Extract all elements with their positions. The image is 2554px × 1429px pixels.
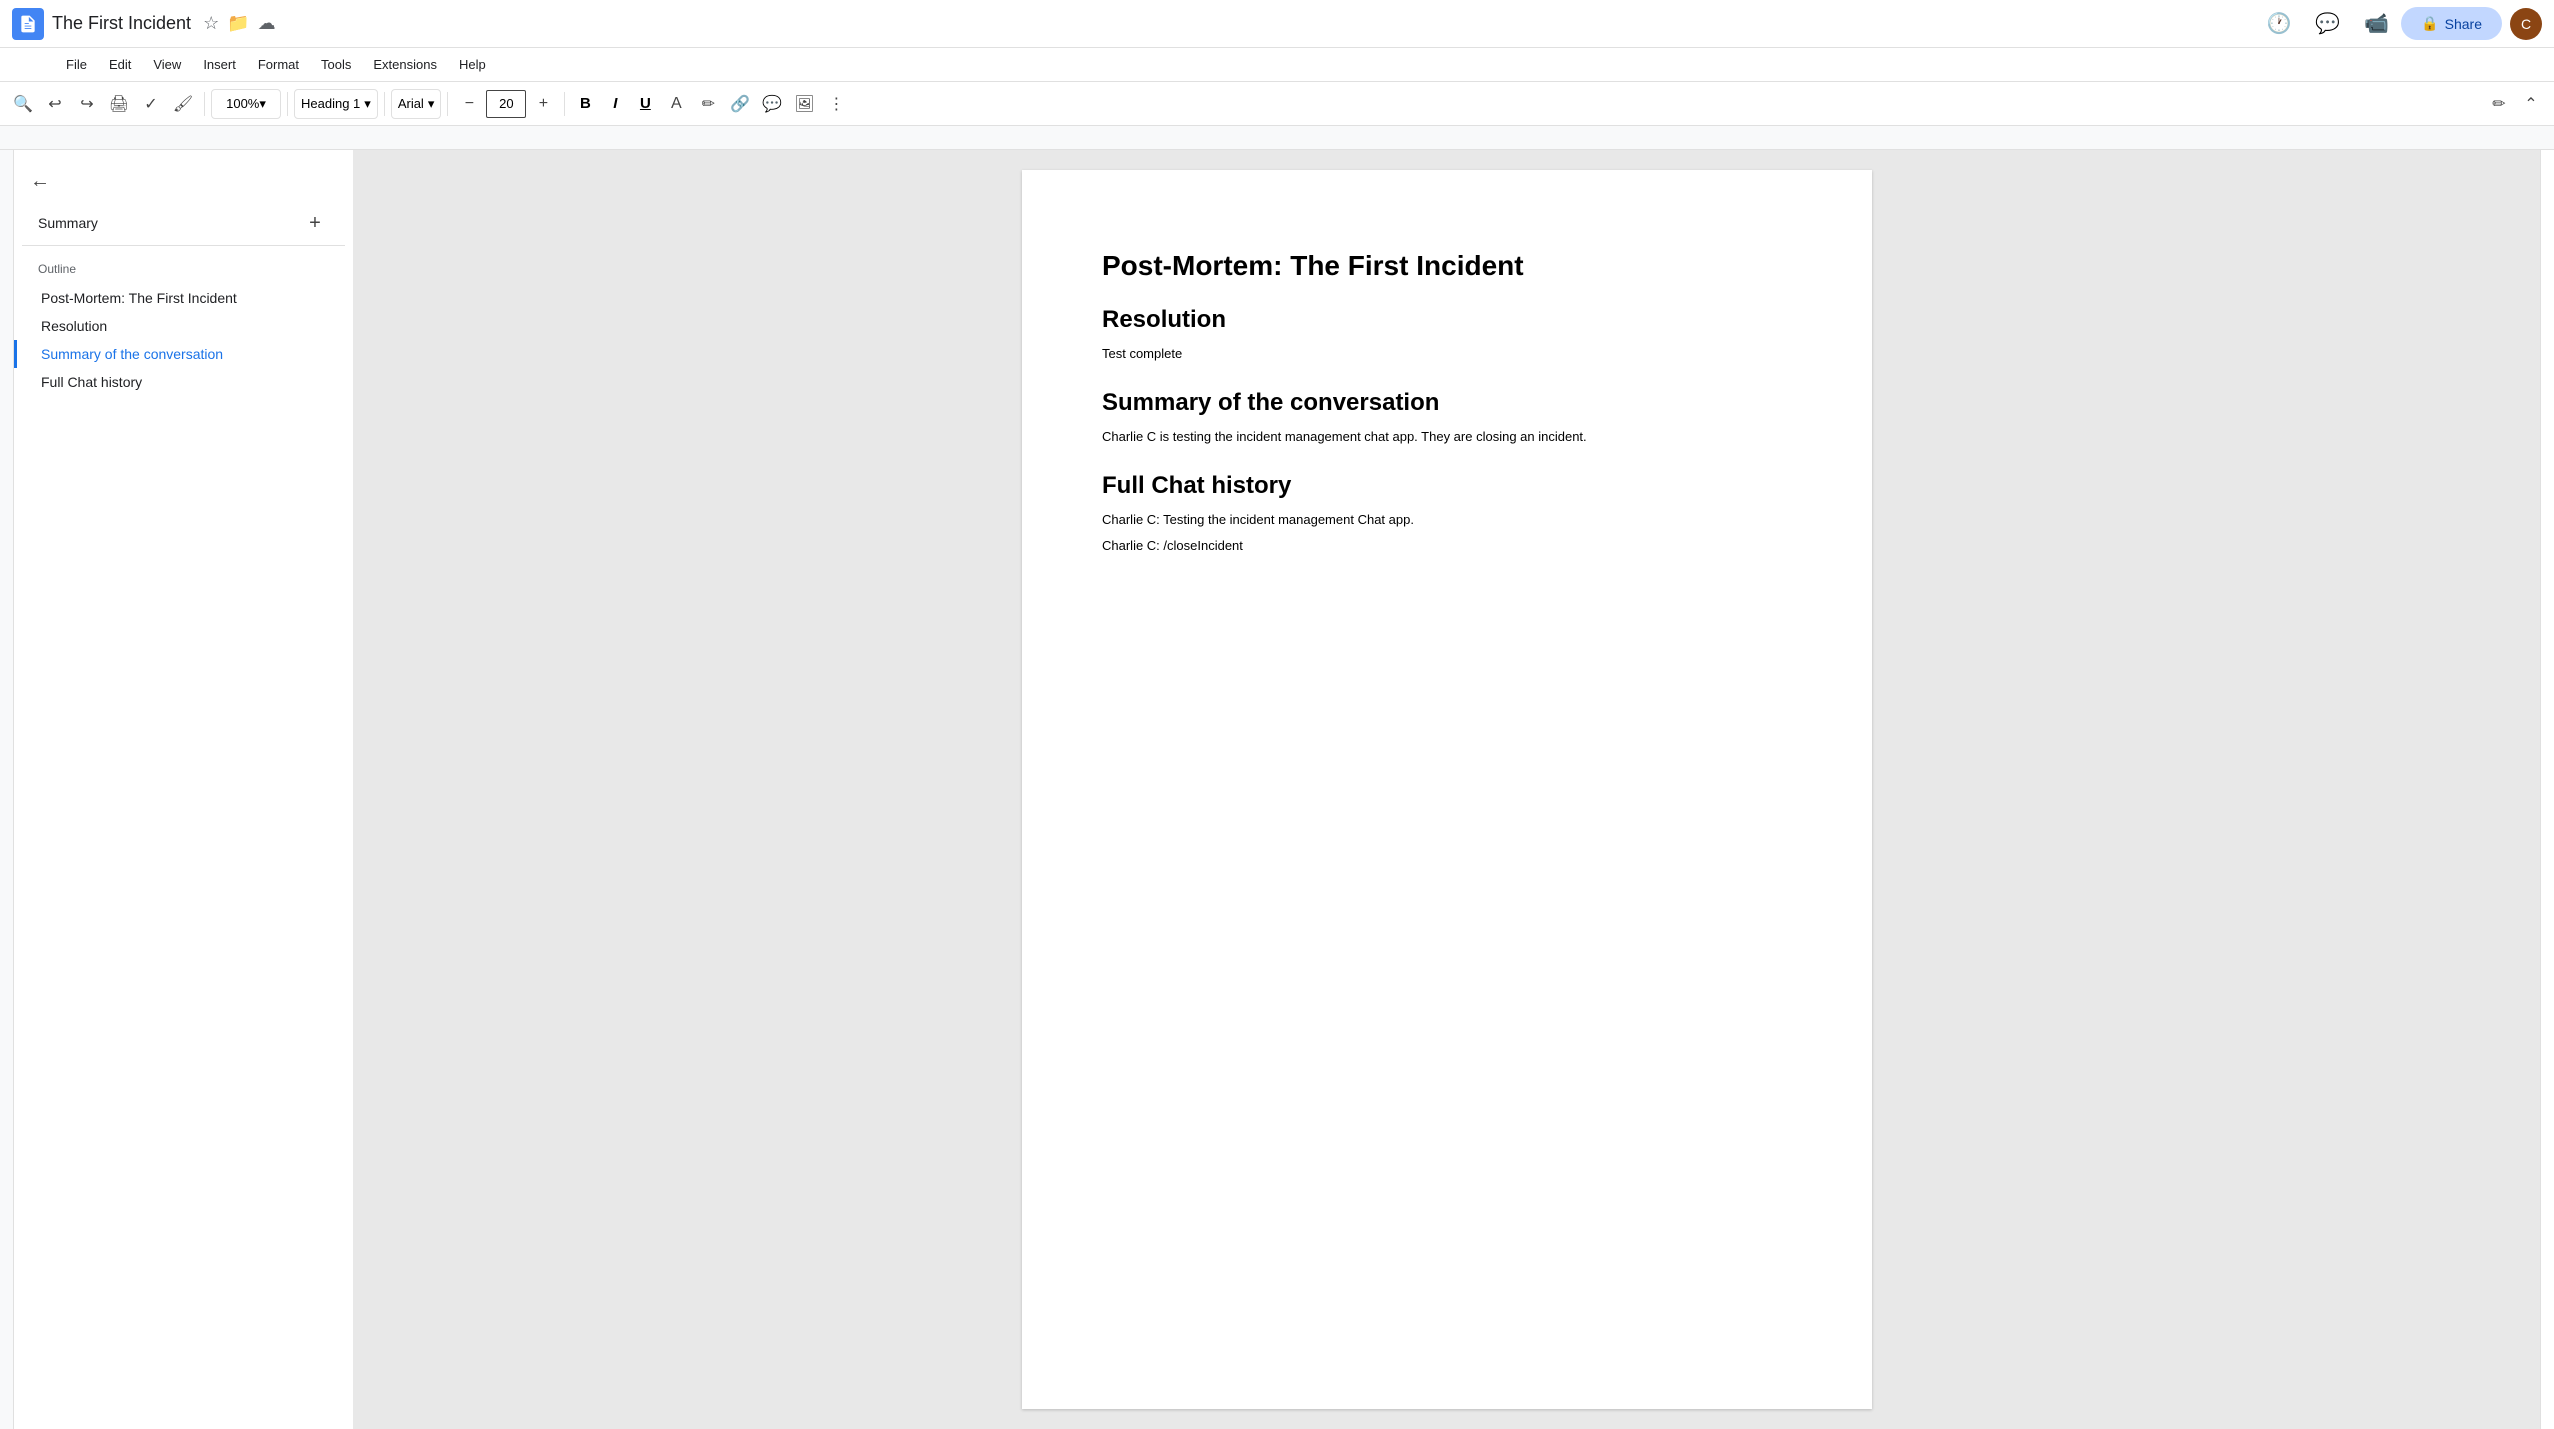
redo-icon[interactable]: ↪ (72, 89, 102, 119)
section-heading-0: Resolution (1102, 306, 1792, 334)
section-heading-2: Full Chat history (1102, 472, 1792, 500)
toolbar-divider-3 (384, 92, 385, 116)
main-area: ← Summary + Outline Post-Mortem: The Fir… (0, 150, 2554, 1429)
spellcheck-icon[interactable]: ✓ (136, 89, 166, 119)
outline-item-3[interactable]: Full Chat history (14, 368, 353, 396)
share-button[interactable]: 🔒 Share (2401, 7, 2502, 40)
section-body-1-0: Charlie C is testing the incident manage… (1102, 427, 1792, 448)
outline-item-2[interactable]: Summary of the conversation (14, 340, 353, 368)
ruler-content (340, 126, 2554, 149)
menu-bar: File Edit View Insert Format Tools Exten… (0, 48, 2554, 82)
zoom-dropdown-icon: ▾ (259, 96, 266, 112)
menu-insert[interactable]: Insert (193, 53, 246, 76)
section-body-2-0: Charlie C: Testing the incident manageme… (1102, 510, 1792, 531)
comment-icon[interactable]: 💬 (757, 89, 787, 119)
heading-dropdown-icon: ▾ (364, 96, 371, 112)
toolbar-divider-1 (204, 92, 205, 116)
menu-file[interactable]: File (56, 53, 97, 76)
title-bar: The First Incident ☆ 📁 ☁ 🕐 💬 📹 🔒 Share C (0, 0, 2554, 48)
menu-view[interactable]: View (143, 53, 191, 76)
cloud-icon[interactable]: ☁ (258, 13, 276, 34)
summary-label: Summary (38, 215, 98, 231)
menu-tools[interactable]: Tools (311, 53, 361, 76)
link-icon[interactable]: 🔗 (725, 89, 755, 119)
font-family-value: Arial (398, 96, 424, 111)
summary-section: Summary + (22, 201, 345, 246)
comments-icon[interactable]: 💬 (2311, 7, 2344, 40)
outline-label: Outline (14, 254, 353, 280)
zoom-selector[interactable]: 100% ▾ (211, 89, 281, 119)
top-right-actions: 🕐 💬 📹 (2262, 7, 2393, 40)
underline-button[interactable]: U (631, 90, 659, 118)
outline-item-0[interactable]: Post-Mortem: The First Incident (14, 284, 353, 312)
undo-icon[interactable]: ↩ (40, 89, 70, 119)
bold-button[interactable]: B (571, 90, 599, 118)
right-scroll-bar (2540, 150, 2554, 1429)
highlight-icon[interactable]: ✏ (693, 89, 723, 119)
google-docs-icon (12, 8, 44, 40)
menu-edit[interactable]: Edit (99, 53, 141, 76)
zoom-value: 100% (226, 96, 259, 111)
section-body-2-1: Charlie C: /closeIncident (1102, 536, 1792, 557)
heading-style-value: Heading 1 (301, 96, 360, 111)
meet-icon[interactable]: 📹 (2360, 7, 2393, 40)
toolbar-divider-4 (447, 92, 448, 116)
add-summary-button[interactable]: + (301, 209, 329, 237)
section-heading-1: Summary of the conversation (1102, 389, 1792, 417)
page-area[interactable]: Post-Mortem: The First Incident Resoluti… (354, 150, 2540, 1429)
left-ruler (0, 150, 14, 1429)
italic-button[interactable]: I (601, 90, 629, 118)
document-title: The First Incident (52, 13, 191, 34)
print-icon[interactable]: 🖨 (104, 89, 134, 119)
folder-icon[interactable]: 📁 (227, 13, 249, 34)
outline-item-1[interactable]: Resolution (14, 312, 353, 340)
section-body-0-0: Test complete (1102, 344, 1792, 365)
font-size-increase-icon[interactable]: + (528, 89, 558, 119)
heading-style-selector[interactable]: Heading 1 ▾ (294, 89, 378, 119)
outline-items: Post-Mortem: The First Incident Resoluti… (14, 280, 353, 400)
sidebar-back-button[interactable]: ← (14, 162, 353, 201)
document-title-heading: Post-Mortem: The First Incident (1102, 250, 1792, 282)
search-toolbar-icon[interactable]: 🔍 (8, 89, 38, 119)
paint-format-icon[interactable]: 🖌 (168, 89, 198, 119)
history-icon[interactable]: 🕐 (2262, 7, 2295, 40)
lock-icon: 🔒 (2421, 15, 2438, 32)
menu-extensions[interactable]: Extensions (363, 53, 447, 76)
collapse-icon[interactable]: ⌃ (2516, 89, 2546, 119)
font-size-input[interactable]: 20 (486, 90, 526, 118)
star-icon[interactable]: ☆ (203, 13, 219, 34)
menu-help[interactable]: Help (449, 53, 496, 76)
font-size-decrease-icon[interactable]: − (454, 89, 484, 119)
toolbar-divider-5 (564, 92, 565, 116)
text-color-icon[interactable]: A (661, 89, 691, 119)
font-size-value: 20 (499, 96, 513, 111)
more-options-icon[interactable]: ⋮ (821, 89, 851, 119)
menu-format[interactable]: Format (248, 53, 309, 76)
ruler (0, 126, 2554, 150)
toolbar-divider-2 (287, 92, 288, 116)
font-dropdown-icon: ▾ (428, 96, 435, 112)
share-label: Share (2445, 16, 2482, 32)
title-action-icons: ☆ 📁 ☁ (203, 13, 276, 34)
sidebar: ← Summary + Outline Post-Mortem: The Fir… (14, 150, 354, 1429)
document-page: Post-Mortem: The First Incident Resoluti… (1022, 170, 1872, 1409)
font-family-selector[interactable]: Arial ▾ (391, 89, 442, 119)
image-icon[interactable]: 🖼 (789, 89, 819, 119)
avatar[interactable]: C (2510, 8, 2542, 40)
toolbar: 🔍 ↩ ↪ 🖨 ✓ 🖌 100% ▾ Heading 1 ▾ Arial ▾ −… (0, 82, 2554, 126)
edit-mode-icon[interactable]: ✏ (2484, 89, 2514, 119)
